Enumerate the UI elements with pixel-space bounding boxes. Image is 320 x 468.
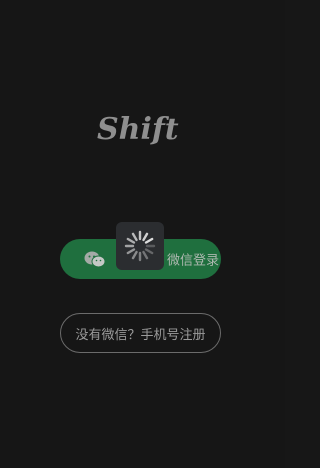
loading-overlay (116, 222, 164, 270)
shift-logo: Shift (97, 112, 179, 147)
phone-register-button[interactable]: 没有微信？手机号注册 (60, 313, 221, 353)
spinner-tick (131, 250, 138, 260)
spinner-tick (126, 237, 136, 244)
spinner-tick (131, 232, 138, 242)
spinner-tick (144, 237, 154, 244)
spinner-tick (144, 248, 154, 255)
wechat-icon (84, 251, 106, 268)
spinner-tick (142, 250, 149, 260)
logo-text: Shift (97, 112, 179, 147)
loading-spinner-icon (124, 230, 156, 262)
spinner-tick (126, 248, 136, 255)
spinner-tick (142, 232, 149, 242)
wechat-login-label: 微信登录 (166, 253, 219, 269)
login-screen: Shift 微信登录 没有微信？手机号注册 (0, 0, 285, 468)
